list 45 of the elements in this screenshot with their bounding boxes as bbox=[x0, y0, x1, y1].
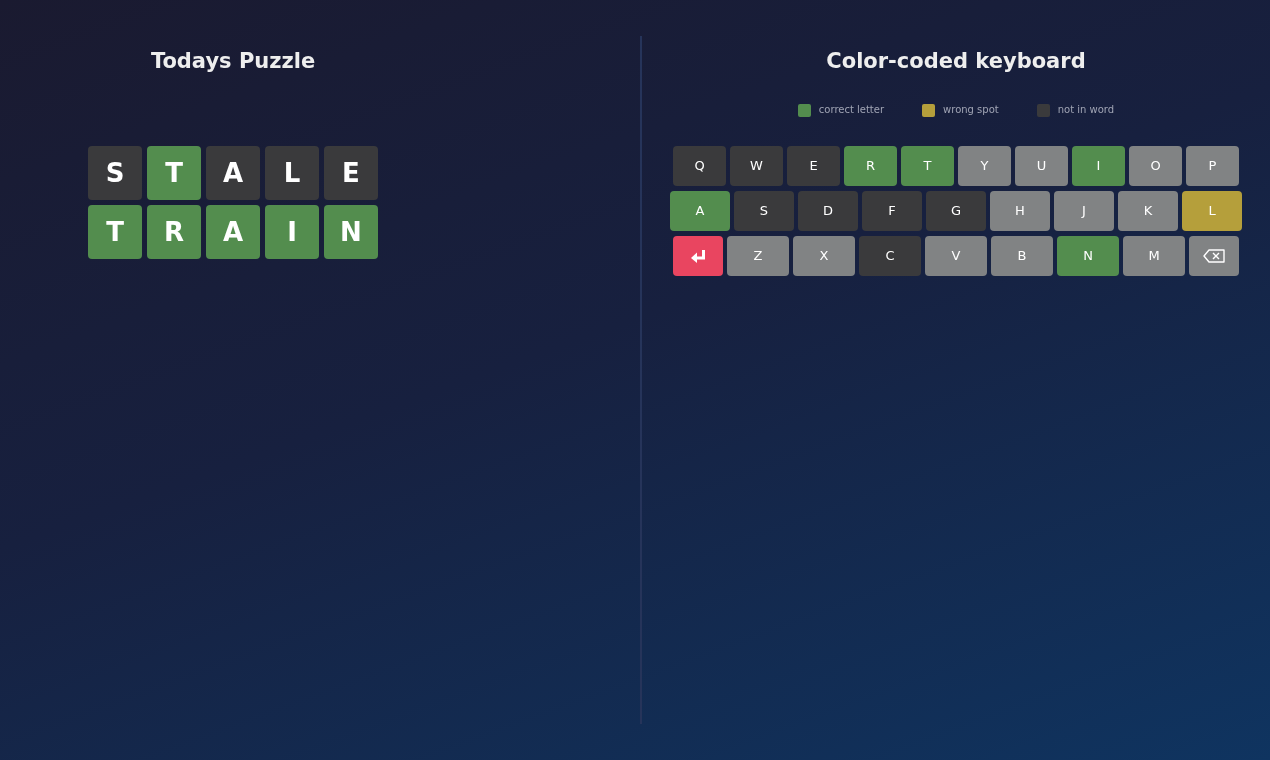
letter-key[interactable]: I bbox=[1072, 146, 1125, 186]
letter-key[interactable]: O bbox=[1129, 146, 1182, 186]
letter-key[interactable]: R bbox=[844, 146, 897, 186]
letter-key[interactable]: L bbox=[1182, 191, 1242, 231]
letter-key[interactable]: Z bbox=[727, 236, 789, 276]
letter-tile: A bbox=[206, 146, 260, 200]
letter-key[interactable]: H bbox=[990, 191, 1050, 231]
keyboard-title: Color-coded keyboard bbox=[826, 48, 1086, 75]
letter-key[interactable]: N bbox=[1057, 236, 1119, 276]
legend-label: wrong spot bbox=[943, 103, 999, 117]
legend-label: not in word bbox=[1057, 103, 1115, 117]
return-arrow-icon bbox=[690, 249, 706, 263]
letter-key[interactable]: K bbox=[1118, 191, 1178, 231]
backspace-key[interactable] bbox=[1189, 236, 1239, 276]
letter-key[interactable]: A bbox=[670, 191, 730, 231]
letter-tile: T bbox=[88, 205, 142, 259]
letter-key[interactable]: W bbox=[730, 146, 783, 186]
letter-key[interactable]: M bbox=[1123, 236, 1185, 276]
letter-key[interactable]: U bbox=[1015, 146, 1068, 186]
letter-key[interactable]: V bbox=[925, 236, 987, 276]
letter-key[interactable]: D bbox=[798, 191, 858, 231]
letter-key[interactable]: S bbox=[734, 191, 794, 231]
puzzle-title: Todays Puzzle bbox=[150, 48, 316, 75]
letter-tile: S bbox=[88, 146, 142, 200]
legend-label: correct letter bbox=[818, 103, 885, 117]
letter-key[interactable]: G bbox=[926, 191, 986, 231]
letter-tile: A bbox=[206, 205, 260, 259]
letter-key[interactable]: T bbox=[901, 146, 954, 186]
letter-key[interactable]: X bbox=[793, 236, 855, 276]
letter-key[interactable]: Y bbox=[958, 146, 1011, 186]
letter-key[interactable]: J bbox=[1054, 191, 1114, 231]
enter-key[interactable] bbox=[673, 236, 723, 276]
backspace-icon bbox=[1203, 249, 1225, 263]
letter-tile: R bbox=[147, 205, 201, 259]
letter-tile: T bbox=[147, 146, 201, 200]
letter-tile: E bbox=[324, 146, 378, 200]
letter-key[interactable]: Q bbox=[673, 146, 726, 186]
letter-tile: N bbox=[324, 205, 378, 259]
letter-tile: I bbox=[265, 205, 319, 259]
letter-key[interactable]: E bbox=[787, 146, 840, 186]
letter-key[interactable]: C bbox=[859, 236, 921, 276]
letter-key[interactable]: B bbox=[991, 236, 1053, 276]
letter-tile: L bbox=[265, 146, 319, 200]
letter-key[interactable]: F bbox=[862, 191, 922, 231]
letter-key[interactable]: P bbox=[1186, 146, 1239, 186]
